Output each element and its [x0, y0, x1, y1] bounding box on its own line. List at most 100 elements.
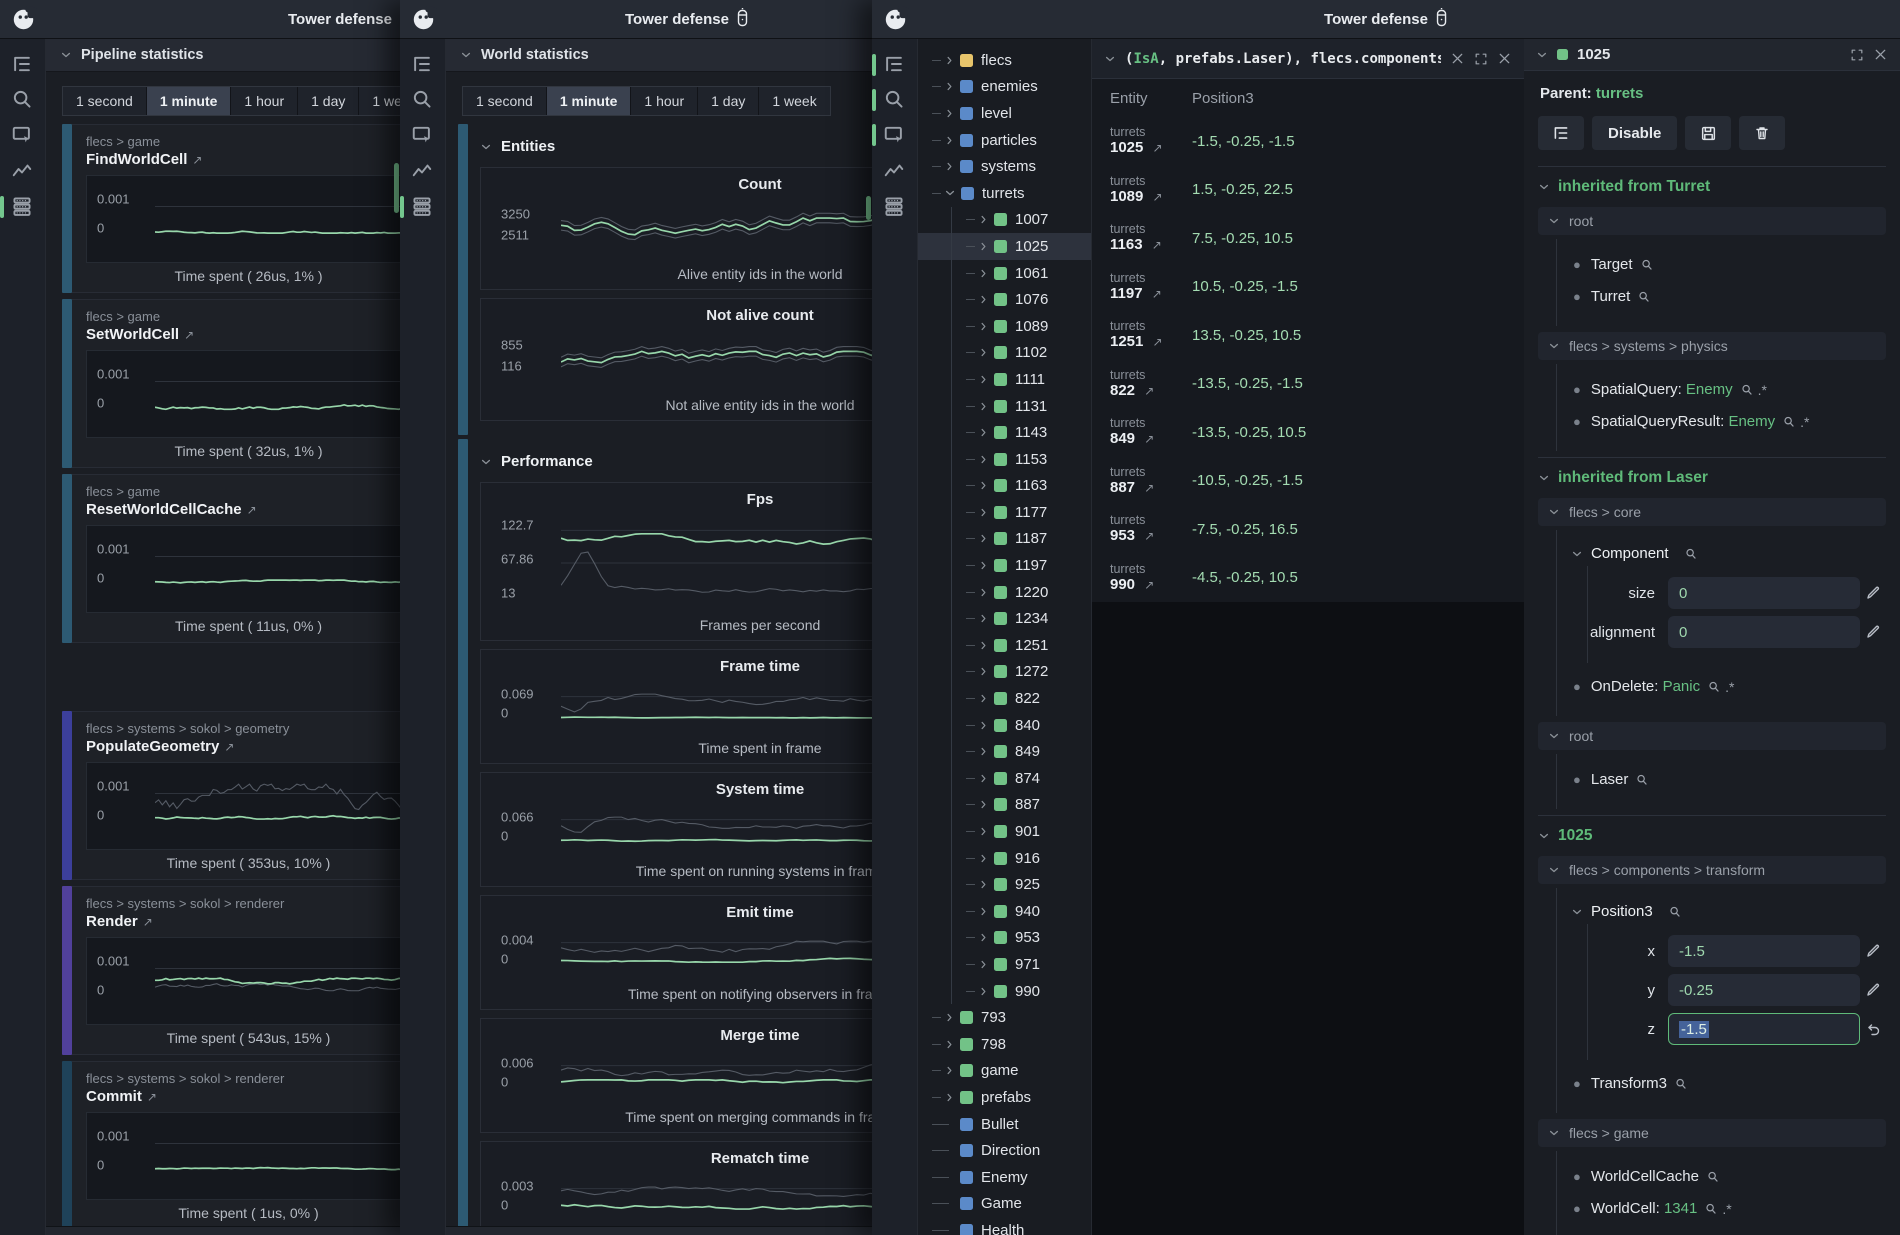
card-title-link[interactable]: Render↗ [86, 913, 400, 930]
clear-query-icon[interactable] [1450, 51, 1465, 66]
chevron-right-icon[interactable] [978, 533, 989, 544]
save-button[interactable] [1685, 116, 1731, 150]
chevron-right-icon[interactable] [978, 294, 989, 305]
tree-item-822[interactable]: 822 [918, 685, 1091, 712]
edit-pencil-icon[interactable] [1860, 943, 1886, 959]
tree-view-button[interactable] [1538, 116, 1584, 150]
tab-1-week[interactable]: 1 week [759, 87, 829, 115]
query-result-row[interactable]: turrets 887 ↗ -10.5, -0.25, -1.5 [1092, 457, 1524, 506]
chevron-right-icon[interactable] [978, 853, 989, 864]
chevron-right-icon[interactable] [978, 480, 989, 491]
field-input[interactable]: 0 [1668, 577, 1860, 609]
tree-item-1163[interactable]: 1163 [918, 473, 1091, 500]
chevron-down-icon[interactable] [1536, 49, 1548, 61]
query-result-row[interactable]: turrets 1089 ↗ 1.5, -0.25, 22.5 [1092, 166, 1524, 215]
tree-item-systems[interactable]: systems [918, 153, 1091, 180]
query-result-row[interactable]: turrets 990 ↗ -4.5, -0.25, 10.5 [1092, 554, 1524, 603]
component-expandable-Position3[interactable]: Position3 [1571, 903, 1886, 920]
chevron-right-icon[interactable] [978, 587, 989, 598]
tree-item-1007[interactable]: 1007 [918, 207, 1091, 234]
panel-header-pipeline[interactable]: Pipeline statistics [46, 39, 400, 72]
chevron-right-icon[interactable] [978, 932, 989, 943]
search-sidebar-icon[interactable] [883, 88, 907, 112]
component-value-link[interactable]: Enemy [1728, 413, 1775, 430]
tree-item-particles[interactable]: particles [918, 127, 1091, 154]
inspector-section-inherited-from-Turret[interactable]: inherited from Turret [1538, 166, 1886, 204]
inspector-section-inherited-from-Laser[interactable]: inherited from Laser [1538, 457, 1886, 495]
chevron-right-icon[interactable] [978, 826, 989, 837]
panel-header-world[interactable]: World statistics [446, 39, 872, 72]
chevron-right-icon[interactable] [978, 321, 989, 332]
tree-item-1234[interactable]: 1234 [918, 605, 1091, 632]
titlebar[interactable]: Tower defense [400, 0, 872, 39]
chevron-right-icon[interactable] [978, 401, 989, 412]
tree-item-level[interactable]: level [918, 100, 1091, 127]
chevron-right-icon[interactable] [978, 666, 989, 677]
tree-item-1089[interactable]: 1089 [918, 313, 1091, 340]
chart-sidebar-icon[interactable] [11, 158, 35, 182]
tree-item-1131[interactable]: 1131 [918, 393, 1091, 420]
entity-id-link[interactable]: 849 ↗ [1110, 430, 1192, 448]
tree-item-798[interactable]: 798 [918, 1031, 1091, 1058]
chevron-right-icon[interactable] [978, 986, 989, 997]
field-input[interactable]: 0 [1668, 616, 1860, 648]
chevron-right-icon[interactable] [944, 81, 955, 92]
edit-pencil-icon[interactable] [1860, 624, 1886, 640]
query-result-row[interactable]: turrets 1025 ↗ -1.5, -0.25, -1.5 [1092, 117, 1524, 166]
query-result-row[interactable]: turrets 1251 ↗ 13.5, -0.25, 10.5 [1092, 311, 1524, 360]
chevron-right-icon[interactable] [944, 1065, 955, 1076]
tree-item-840[interactable]: 840 [918, 712, 1091, 739]
magnifier-icon[interactable] [1637, 290, 1651, 304]
tree-item-enemies[interactable]: enemies [918, 74, 1091, 101]
query-result-row[interactable]: turrets 953 ↗ -7.5, -0.25, 16.5 [1092, 505, 1524, 554]
tree-item-925[interactable]: 925 [918, 871, 1091, 898]
field-input[interactable]: -1.5 [1668, 935, 1860, 967]
tab-1-second[interactable]: 1 second [63, 87, 147, 115]
chevron-right-icon[interactable] [978, 959, 989, 970]
card-title-link[interactable]: ResetWorldCellCache↗ [86, 501, 400, 518]
chevron-right-icon[interactable] [978, 773, 989, 784]
chevron-right-icon[interactable] [944, 1012, 955, 1023]
chart-sidebar-icon[interactable] [883, 158, 907, 182]
inspector-subsection[interactable]: flecs > systems > physics [1538, 332, 1886, 360]
tree-item-1177[interactable]: 1177 [918, 499, 1091, 526]
chevron-right-icon[interactable] [978, 374, 989, 385]
bottom-scrollbar[interactable] [446, 1226, 872, 1235]
tree-item-1153[interactable]: 1153 [918, 446, 1091, 473]
entity-id-link[interactable]: 1251 ↗ [1110, 333, 1192, 351]
screen-sidebar-icon[interactable] [411, 123, 435, 147]
delete-button[interactable] [1739, 116, 1785, 150]
tree-item-1272[interactable]: 1272 [918, 659, 1091, 686]
entity-id-link[interactable]: 1163 ↗ [1110, 236, 1192, 254]
tree-item-Health[interactable]: Health [918, 1217, 1091, 1235]
titlebar[interactable]: Tower defense [0, 0, 400, 39]
tree-item-1076[interactable]: 1076 [918, 286, 1091, 313]
magnifier-icon[interactable] [1704, 1202, 1718, 1216]
chevron-right-icon[interactable] [978, 454, 989, 465]
chevron-right-icon[interactable] [978, 720, 989, 731]
chevron-down-icon[interactable] [1104, 53, 1116, 65]
query-expression[interactable]: (IsA, prefabs.Laser), flecs.components [1125, 51, 1441, 67]
chevron-right-icon[interactable] [978, 799, 989, 810]
tab-1-second[interactable]: 1 second [463, 87, 547, 115]
scrollbar-thumb[interactable] [866, 196, 871, 220]
tree-item-990[interactable]: 990 [918, 978, 1091, 1005]
tree-item-1197[interactable]: 1197 [918, 552, 1091, 579]
close-icon[interactable] [1497, 51, 1512, 66]
entity-id-link[interactable]: 887 ↗ [1110, 479, 1192, 497]
tree-item-1143[interactable]: 1143 [918, 419, 1091, 446]
component-value-link[interactable]: Panic [1663, 678, 1701, 695]
chevron-right-icon[interactable] [978, 640, 989, 651]
chevron-right-icon[interactable] [978, 214, 989, 225]
tree-item-901[interactable]: 901 [918, 818, 1091, 845]
tree-item-flecs[interactable]: flecs [918, 47, 1091, 74]
field-input[interactable]: -1.5 [1668, 1013, 1860, 1045]
entity-id-link[interactable]: 1089 ↗ [1110, 188, 1192, 206]
inspector-section-1025[interactable]: 1025 [1538, 815, 1886, 853]
table-sidebar-icon[interactable] [411, 195, 435, 219]
edit-pencil-icon[interactable] [1860, 585, 1886, 601]
disable-button[interactable]: Disable [1592, 116, 1677, 150]
field-input[interactable]: -0.25 [1668, 974, 1860, 1006]
tree-item-1187[interactable]: 1187 [918, 526, 1091, 553]
tree-item-Direction[interactable]: Direction [918, 1137, 1091, 1164]
